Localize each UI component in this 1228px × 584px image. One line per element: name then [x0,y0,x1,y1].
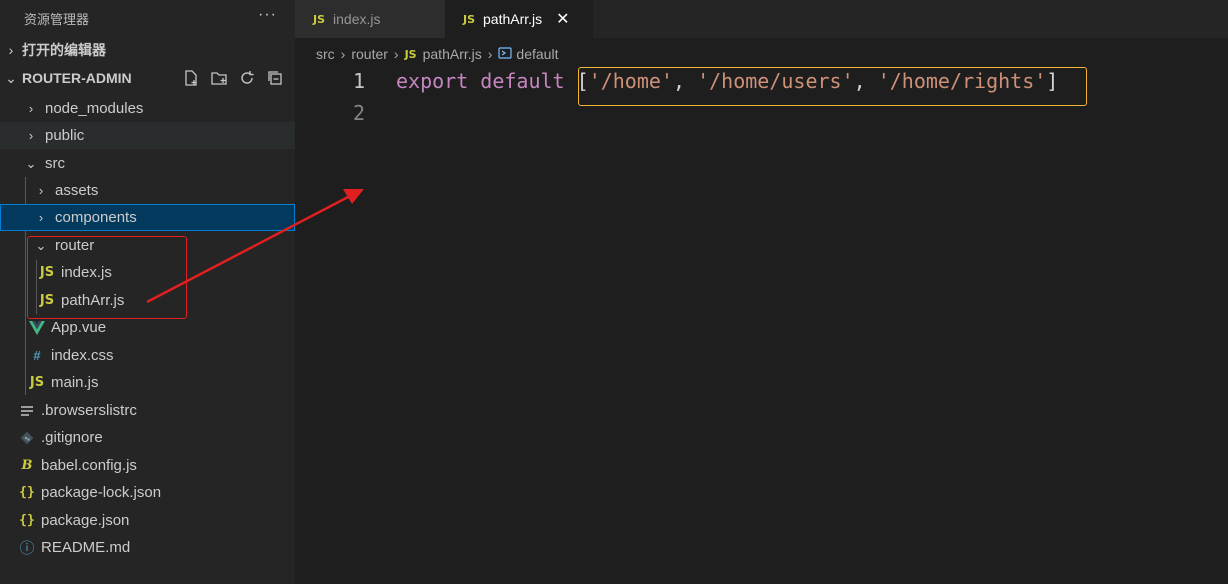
annotation-arrow [146,189,364,304]
